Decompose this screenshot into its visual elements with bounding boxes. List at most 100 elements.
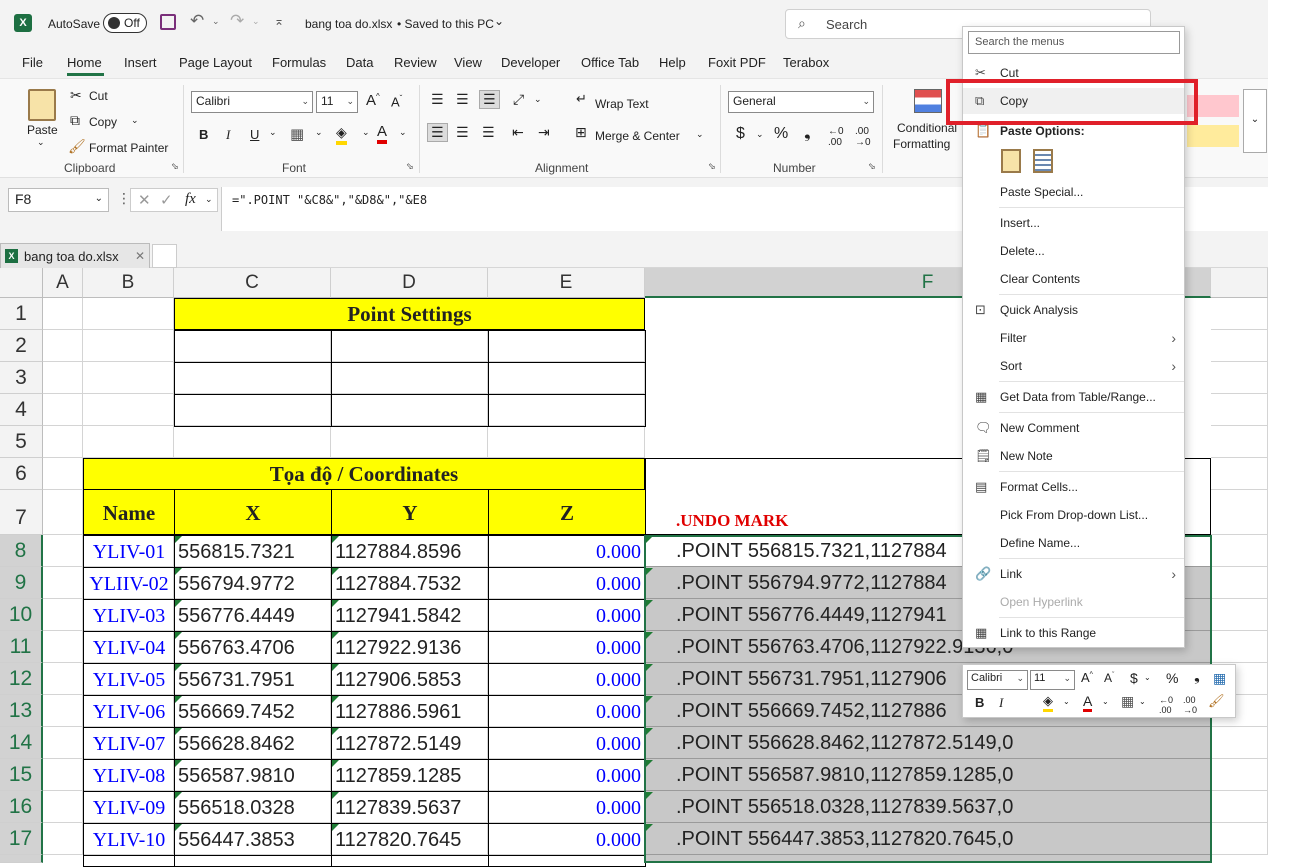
error-indicator-icon[interactable] — [175, 600, 182, 607]
name-box[interactable]: F8 ⌄ — [8, 188, 109, 212]
coord-x-cell[interactable]: 556587.9810 — [174, 759, 332, 792]
tab-data[interactable]: Data — [346, 55, 373, 70]
coord-x-cell[interactable]: 556776.4449 — [174, 599, 332, 632]
close-tab-icon[interactable]: ✕ — [135, 249, 145, 263]
error-indicator-icon[interactable] — [175, 792, 182, 799]
tab-help[interactable]: Help — [659, 55, 686, 70]
tab-terabox[interactable]: Terabox — [783, 55, 829, 70]
mini-increase-font-icon[interactable]: A^ — [1081, 670, 1093, 685]
row-header[interactable]: 16 — [0, 791, 43, 823]
cell[interactable] — [83, 330, 174, 362]
row-header[interactable]: 8 — [0, 535, 43, 567]
mini-bold-icon[interactable]: B — [975, 695, 984, 710]
cell[interactable] — [43, 599, 83, 631]
menu-item-new-comment[interactable]: 🗨 New Comment — [963, 415, 1184, 441]
cell[interactable] — [1211, 631, 1268, 663]
cancel-icon[interactable]: ✕ — [138, 191, 151, 209]
style-swatch-neutral[interactable] — [1187, 125, 1239, 147]
tab-foxit-pdf[interactable]: Foxit PDF — [708, 55, 766, 70]
tab-home[interactable]: Home — [67, 55, 102, 70]
increase-font-icon[interactable]: A^ — [366, 92, 380, 109]
cell[interactable] — [1211, 394, 1268, 426]
coord-y-cell[interactable]: 1127839.5637 — [331, 791, 489, 824]
error-indicator-icon[interactable] — [332, 792, 339, 799]
menu-item-link-to-range[interactable]: ▦ Link to this Range — [963, 620, 1184, 646]
coordinates-header[interactable]: Tọa độ / Coordinates — [83, 458, 645, 490]
point-settings-cell[interactable] — [174, 394, 332, 427]
cell[interactable] — [1211, 535, 1268, 567]
tab-review[interactable]: Review — [394, 55, 437, 70]
font-size-select[interactable]: 11 ⌄ — [316, 91, 358, 113]
font-color-dropdown-icon[interactable]: ⌄ — [399, 127, 407, 138]
coord-x-cell[interactable]: 556731.7951 — [174, 663, 332, 696]
coord-x-cell[interactable]: 556628.8462 — [174, 727, 332, 760]
column-label-y[interactable]: Y — [331, 489, 489, 535]
coord-z-cell[interactable]: 0.000 — [488, 663, 646, 696]
coord-x-cell[interactable]: 556669.7452 — [174, 695, 332, 728]
coord-z-cell[interactable]: 0.000 — [488, 599, 646, 632]
mini-italic-icon[interactable]: I — [999, 695, 1003, 711]
menu-item-format-cells[interactable]: ▤ Format Cells... — [963, 474, 1184, 500]
cell[interactable] — [1211, 362, 1268, 394]
undo-icon[interactable]: ↶ — [190, 11, 204, 31]
point-settings-cell[interactable] — [174, 362, 332, 395]
cell[interactable] — [43, 490, 83, 535]
coord-y-cell[interactable]: 1127859.1285 — [331, 759, 489, 792]
menu-item-delete[interactable]: Delete... — [963, 238, 1184, 264]
cell[interactable] — [83, 362, 174, 394]
menu-item-paste-special[interactable]: Paste Special... — [963, 179, 1184, 205]
cell[interactable] — [1211, 791, 1268, 823]
row-header[interactable]: 6 — [0, 458, 43, 490]
fill-color-dropdown-icon[interactable]: ⌄ — [362, 127, 370, 138]
font-launcher-icon[interactable]: ⬂ — [406, 161, 414, 172]
row-header[interactable]: 15 — [0, 759, 43, 791]
mini-format-table-icon[interactable]: ▦ — [1213, 670, 1226, 687]
mini-comma-icon[interactable]: ❟ — [1194, 668, 1200, 685]
increase-indent-icon[interactable]: ⇥ — [538, 124, 550, 141]
coord-z-cell[interactable]: 0.000 — [488, 791, 646, 824]
comma-style-icon[interactable]: ❟ — [804, 123, 811, 143]
row-header[interactable]: 10 — [0, 599, 43, 631]
customize-qat-icon[interactable]: ⌅ — [274, 14, 284, 28]
mini-fill-color-icon[interactable]: ◈ — [1043, 693, 1053, 712]
wrap-text-button[interactable]: Wrap Text — [595, 97, 649, 111]
coord-x-cell[interactable]: 556815.7321 — [174, 535, 332, 568]
format-painter-button[interactable]: Format Painter — [89, 141, 168, 155]
coord-y-cell[interactable]: 1127886.5961 — [331, 695, 489, 728]
cell[interactable] — [174, 855, 332, 867]
formula-bar-options-icon[interactable]: ⋮ — [117, 190, 131, 207]
coord-y-cell[interactable]: 1127884.8596 — [331, 535, 489, 568]
menu-item-filter[interactable]: Filter › — [963, 325, 1184, 351]
currency-button[interactable]: $ — [736, 125, 745, 143]
align-middle-icon[interactable]: ☰ — [456, 91, 469, 108]
row-header[interactable]: 7 — [0, 490, 43, 535]
number-format-select[interactable]: General ⌄ — [728, 91, 874, 113]
align-bottom-icon[interactable]: ☰ — [479, 90, 500, 109]
cell[interactable] — [43, 759, 83, 791]
mini-decrease-font-icon[interactable]: Aˇ — [1104, 671, 1114, 685]
point-settings-cell[interactable] — [331, 362, 489, 395]
row-header[interactable]: 17 — [0, 823, 43, 855]
cell[interactable] — [43, 727, 83, 759]
cell[interactable] — [1211, 298, 1268, 330]
currency-dropdown-icon[interactable]: ⌄ — [756, 129, 764, 140]
point-name-cell[interactable]: YLIV-05 — [83, 663, 175, 696]
error-indicator-icon[interactable] — [332, 632, 339, 639]
column-label-name[interactable]: Name — [83, 489, 175, 535]
menu-item-clear-contents[interactable]: Clear Contents — [963, 266, 1184, 292]
row-header[interactable]: 3 — [0, 362, 43, 394]
error-indicator-icon[interactable] — [175, 824, 182, 831]
point-name-cell[interactable]: YLIV-10 — [83, 823, 175, 856]
menu-item-new-note[interactable]: 🗒 New Note — [963, 443, 1184, 469]
coord-x-cell[interactable]: 556518.0328 — [174, 791, 332, 824]
cell[interactable] — [1211, 823, 1268, 855]
paste-button[interactable]: Paste — [27, 123, 58, 137]
file-name[interactable]: bang toa do.xlsx — [305, 17, 392, 31]
paste-dropdown-icon[interactable]: ⌄ — [37, 137, 45, 148]
cell[interactable] — [83, 426, 174, 458]
cell[interactable] — [83, 855, 175, 867]
cell[interactable] — [1211, 727, 1268, 759]
decrease-indent-icon[interactable]: ⇤ — [512, 124, 524, 141]
tab-office-tab[interactable]: Office Tab — [581, 55, 639, 70]
conditional-formatting-label-2[interactable]: Formatting — [893, 137, 950, 151]
